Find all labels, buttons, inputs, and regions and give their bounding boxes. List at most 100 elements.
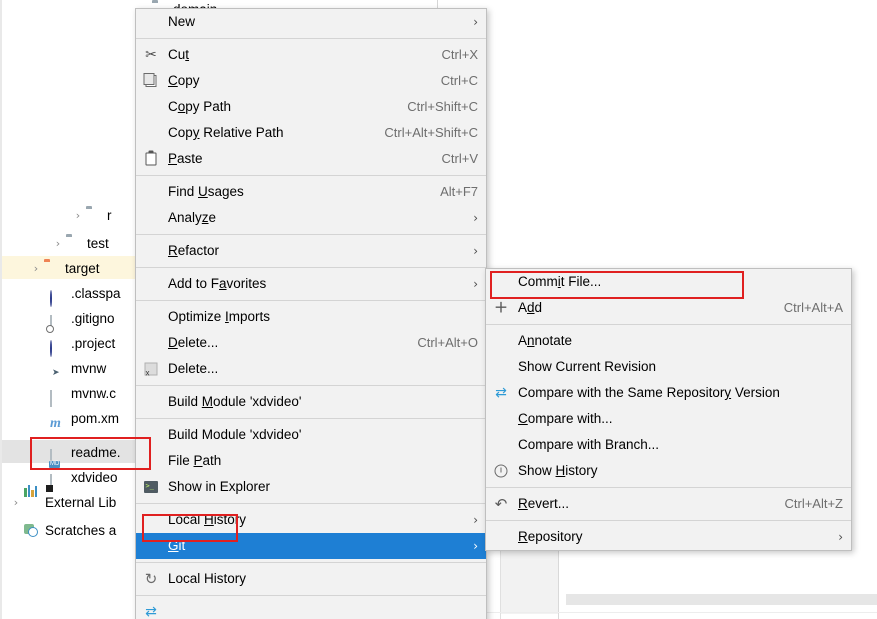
- chevron-right-icon[interactable]: ›: [50, 232, 66, 256]
- menu-item-label: Build Module 'xdvideo': [168, 394, 302, 409]
- menu-item-delete[interactable]: Delete... Ctrl+Alt+O: [136, 330, 486, 356]
- tree-item-classpath[interactable]: .classpa: [50, 282, 121, 307]
- file-context-menu[interactable]: New › ✂ Cut Ctrl+X Copy Ctrl+C Copy Path…: [135, 8, 487, 619]
- editor-horizontal-scrollbar[interactable]: [566, 594, 877, 605]
- plain-text-icon: [136, 356, 166, 387]
- menu-separator: [136, 418, 486, 419]
- menu-item-label: Cut: [168, 47, 190, 62]
- copy-icon: [136, 68, 166, 94]
- menu-item-mark-as-plain-text[interactable]: Delete...: [136, 356, 486, 387]
- chevron-right-icon[interactable]: ›: [70, 204, 86, 228]
- menu-item-repository[interactable]: Repository ›: [486, 524, 851, 550]
- script-icon: [50, 361, 66, 377]
- tree-item-label: External Lib: [45, 495, 117, 510]
- menu-item-local-history[interactable]: Local History ›: [136, 507, 486, 533]
- tree-item-mvnw[interactable]: mvnw: [50, 357, 106, 381]
- git-submenu[interactable]: Commit File... + Add Ctrl+Alt+A Annotate…: [485, 268, 852, 551]
- submenu-arrow-icon: ›: [473, 211, 478, 225]
- menu-item-label: Copy Path: [168, 99, 232, 114]
- submenu-arrow-icon: ›: [838, 530, 843, 544]
- no-icon: [136, 422, 166, 448]
- menu-item-show-history[interactable]: Show History: [486, 458, 851, 484]
- library-icon: [24, 485, 40, 511]
- menu-item-show-current-revision[interactable]: Show Current Revision: [486, 354, 851, 380]
- menu-item-copy[interactable]: Copy Ctrl+C: [136, 68, 486, 94]
- menu-item-show-in-explorer[interactable]: Build Module 'xdvideo': [136, 422, 486, 448]
- menu-item-label: Commit File...: [518, 274, 602, 289]
- screenshot-root: domain › r › test › target .classpa .git…: [0, 0, 877, 619]
- menu-item-compare-with[interactable]: ⇄: [136, 599, 486, 619]
- menu-item-compare-with[interactable]: Compare with...: [486, 406, 851, 432]
- tree-item-external-libraries[interactable]: › External Lib: [8, 485, 117, 515]
- menu-item-synchronize[interactable]: ↻ Local History: [136, 566, 486, 592]
- menu-item-add[interactable]: + Add Ctrl+Alt+A: [486, 295, 851, 321]
- menu-item-find-usages[interactable]: Find Usages Alt+F7: [136, 179, 486, 205]
- no-icon: [136, 507, 166, 533]
- menu-item-label: Local History: [168, 571, 247, 586]
- paste-icon: [136, 146, 166, 172]
- no-icon: [136, 9, 166, 35]
- menu-separator: [136, 300, 486, 301]
- menu-item-add-to-favorites[interactable]: Add to Favorites ›: [136, 271, 486, 297]
- tree-item-resources[interactable]: › r: [70, 204, 112, 228]
- tree-item-target[interactable]: › target: [28, 257, 100, 281]
- tree-item-readme[interactable]: readme.: [50, 441, 121, 466]
- tree-item-project[interactable]: .project: [50, 332, 115, 357]
- no-icon: [486, 269, 516, 295]
- tree-item-label: .gitigno: [71, 311, 115, 326]
- editor-bottom-line: [480, 612, 877, 613]
- menu-separator: [136, 503, 486, 504]
- menu-item-paste[interactable]: Paste Ctrl+V: [136, 146, 486, 172]
- menu-item-shortcut: Ctrl+Shift+C: [407, 99, 478, 114]
- menu-item-label: Optimize Imports: [168, 309, 271, 324]
- menu-item-git[interactable]: Git ›: [136, 533, 486, 559]
- tree-item-gitignore[interactable]: .gitigno: [50, 307, 115, 332]
- tree-item-label: target: [65, 261, 100, 276]
- no-icon: [486, 524, 516, 550]
- menu-item-copy-path[interactable]: Copy Path Ctrl+Shift+C: [136, 94, 486, 120]
- tree-item-xdvideo[interactable]: xdvideo: [50, 466, 118, 491]
- no-icon: [136, 330, 166, 356]
- menu-item-label: Add: [518, 300, 543, 315]
- menu-item-open-in-terminal[interactable]: Show in Explorer: [136, 474, 486, 500]
- globe-icon: [50, 336, 66, 357]
- menu-separator: [136, 267, 486, 268]
- tree-item-label: Scratches a: [45, 523, 117, 538]
- tree-item-mvnw-cmd[interactable]: mvnw.c: [50, 382, 117, 407]
- tree-item-scratches[interactable]: Scratches a: [8, 519, 116, 543]
- menu-item-compare-same-repository-version[interactable]: ⇄ Compare with the Same Repository Versi…: [486, 380, 851, 406]
- menu-item-shortcut: Ctrl+V: [441, 151, 478, 166]
- tree-item-label: mvnw.c: [71, 386, 117, 401]
- menu-item-refactor[interactable]: Refactor ›: [136, 238, 486, 264]
- menu-item-shortcut: Ctrl+Alt+A: [783, 300, 843, 315]
- menu-separator: [136, 595, 486, 596]
- menu-item-optimize-imports[interactable]: Optimize Imports: [136, 304, 486, 330]
- menu-item-annotate[interactable]: Annotate: [486, 328, 851, 354]
- menu-item-analyze[interactable]: Analyze ›: [136, 205, 486, 231]
- tree-item-label: r: [107, 208, 112, 223]
- chevron-right-icon[interactable]: ›: [8, 491, 24, 515]
- menu-item-revert[interactable]: ↶ Revert... Ctrl+Alt+Z: [486, 491, 851, 517]
- tree-item-test[interactable]: › test: [50, 232, 109, 256]
- no-icon: [486, 328, 516, 354]
- no-icon: [136, 271, 166, 297]
- menu-item-copy-relative-path[interactable]: Copy Relative Path Ctrl+Alt+Shift+C: [136, 120, 486, 146]
- menu-item-commit-file[interactable]: Commit File...: [486, 269, 851, 295]
- tree-item-label: xdvideo: [71, 470, 118, 485]
- plus-icon: +: [493, 297, 509, 318]
- menu-separator: [486, 324, 851, 325]
- no-icon: [136, 448, 166, 474]
- menu-item-file-path[interactable]: File Path: [136, 448, 486, 474]
- menu-item-build-module[interactable]: Build Module 'xdvideo': [136, 389, 486, 415]
- scratches-icon: [24, 523, 40, 539]
- menu-separator: [136, 385, 486, 386]
- tree-item-pom-xml[interactable]: m pom.xm: [50, 407, 119, 431]
- no-icon: [136, 120, 166, 146]
- menu-item-compare-with-branch[interactable]: Compare with Branch...: [486, 432, 851, 458]
- sync-icon: ↻: [144, 570, 158, 588]
- menu-item-label: Repository: [518, 529, 583, 544]
- menu-item-label: Compare with...: [518, 411, 613, 426]
- menu-item-new[interactable]: New ›: [136, 9, 486, 35]
- menu-item-cut[interactable]: ✂ Cut Ctrl+X: [136, 42, 486, 68]
- chevron-right-icon[interactable]: ›: [28, 257, 44, 281]
